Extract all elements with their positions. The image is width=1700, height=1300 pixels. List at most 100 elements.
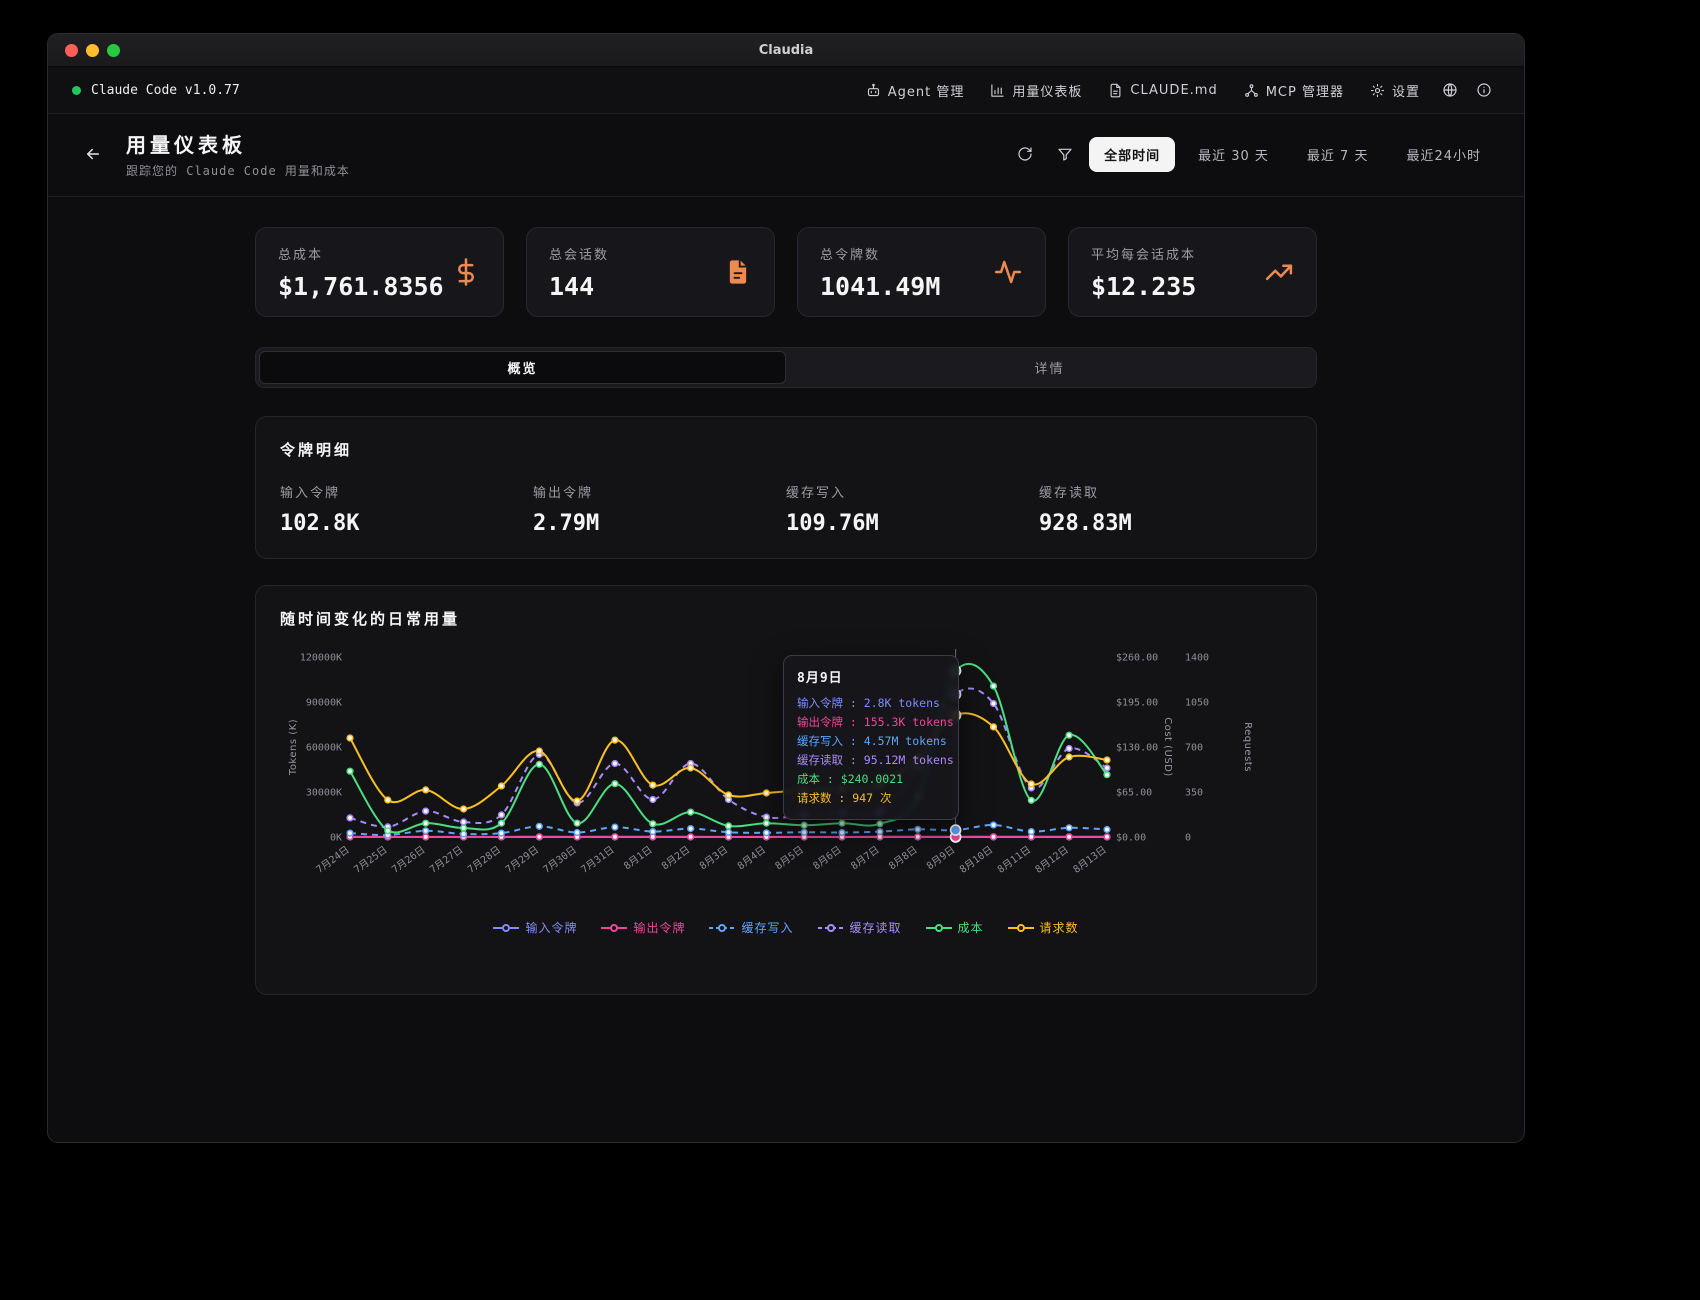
token-metric-input: 输入令牌 102.8K [280,482,533,536]
svg-text:8月3日: 8月3日 [697,844,730,873]
legend-line-icon [709,923,735,933]
svg-text:7月26日: 7月26日 [390,844,428,876]
time-range-last-30-days[interactable]: 最近 30 天 [1183,137,1284,172]
legend-label: 请求数 [1040,919,1079,936]
token-metric-label: 缓存写入 [786,482,1039,501]
token-metric-value: 928.83M [1039,511,1292,536]
token-metric-cache-read: 缓存读取 928.83M [1039,482,1292,536]
nav-usage-dashboard[interactable]: 用量仪表板 [978,74,1094,107]
stat-value: 1041.49M [820,272,940,301]
legend-item[interactable]: 请求数 [1008,919,1079,936]
nav-mcp-manager[interactable]: MCP 管理器 [1232,74,1356,107]
usage-chart-card: 随时间变化的日常用量 0K30000K60000K90000K120000K$0… [255,585,1317,995]
token-metric-label: 缓存读取 [1039,482,1292,501]
back-button[interactable] [76,137,110,171]
legend-item[interactable]: 缓存读取 [818,919,902,936]
zoom-button[interactable] [107,44,120,57]
svg-text:60000K: 60000K [306,743,342,754]
svg-text:Requests: Requests [1242,722,1253,772]
tab-details[interactable]: 详情 [786,351,1313,384]
token-metric-value: 102.8K [280,511,533,536]
svg-text:$65.00: $65.00 [1116,788,1152,799]
legend-label: 成本 [958,919,984,936]
refresh-icon [1017,146,1033,162]
svg-text:7月24日: 7月24日 [314,844,352,876]
legend-item[interactable]: 缓存写入 [709,919,793,936]
svg-text:8月7日: 8月7日 [849,844,882,873]
close-button[interactable] [65,44,78,57]
token-metric-output: 输出令牌 2.79M [533,482,786,536]
nav-label: 用量仪表板 [1012,81,1082,100]
nav-label: Agent 管理 [888,81,965,100]
nav-settings[interactable]: 设置 [1358,74,1432,107]
time-range-last-24-hours[interactable]: 最近24小时 [1391,137,1496,172]
time-range-all-time[interactable]: 全部时间 [1089,137,1175,172]
tooltip-row: 成本 : $240.0021 [797,770,945,789]
tooltip-row: 输入令牌 : 2.8K tokens [797,694,945,713]
nav-label: MCP 管理器 [1266,81,1344,100]
filter-button[interactable] [1049,138,1081,170]
svg-text:7月31日: 7月31日 [579,844,617,876]
stat-value: $1,761.8356 [278,272,444,301]
svg-text:8月5日: 8月5日 [773,844,806,873]
nav-label: CLAUDE.md [1130,83,1217,98]
svg-text:0: 0 [1185,833,1191,844]
svg-text:7月25日: 7月25日 [352,844,390,876]
legend-item[interactable]: 成本 [926,919,984,936]
legend-line-icon [601,923,627,933]
legend-line-icon [1008,923,1034,933]
token-metric-value: 2.79M [533,511,786,536]
svg-text:0K: 0K [330,833,342,844]
trending-up-icon [1264,257,1294,287]
tab-overview[interactable]: 概览 [259,351,786,384]
legend-line-icon [926,923,952,933]
top-navigation: Agent 管理 用量仪表板 CLAUDE.md MCP 管理器 设置 [854,74,1500,107]
dollar-icon [451,257,481,287]
svg-text:120000K: 120000K [300,653,342,664]
svg-text:8月1日: 8月1日 [622,844,655,873]
stat-value: 144 [549,272,609,301]
info-button[interactable] [1468,74,1500,106]
minimize-button[interactable] [86,44,99,57]
svg-text:8月11日: 8月11日 [995,844,1033,876]
usage-chart-title: 随时间变化的日常用量 [280,608,1292,629]
language-button[interactable] [1434,74,1466,106]
traffic-lights [65,34,120,66]
legend-label: 输入令牌 [525,919,577,936]
legend-line-icon [493,923,519,933]
token-metric-label: 输出令牌 [533,482,786,501]
token-metric-value: 109.76M [786,511,1039,536]
svg-text:1400: 1400 [1185,653,1209,664]
legend-item[interactable]: 输入令牌 [493,919,577,936]
legend-item[interactable]: 输出令牌 [601,919,685,936]
svg-text:30000K: 30000K [306,788,342,799]
chart-legend: 输入令牌 输出令牌 缓存写入 缓存读取 成本 请求数 [280,919,1292,936]
nav-claude-md[interactable]: CLAUDE.md [1096,76,1229,105]
token-metric-label: 输入令牌 [280,482,533,501]
app-status: Claude Code v1.0.77 [72,83,240,98]
titlebar: Claudia [48,34,1524,67]
usage-chart[interactable]: 0K30000K60000K90000K120000K$0.00$65.00$1… [280,639,1292,915]
file-text-icon [1108,83,1123,98]
time-range-last-7-days[interactable]: 最近 7 天 [1292,137,1384,172]
arrow-left-icon [84,145,102,163]
status-dot [72,86,81,95]
network-icon [1244,83,1259,98]
svg-text:8月8日: 8月8日 [887,844,920,873]
nav-agent-manager[interactable]: Agent 管理 [854,74,977,107]
svg-text:$195.00: $195.00 [1116,698,1158,709]
tooltip-row: 缓存读取 : 95.12M tokens [797,751,945,770]
svg-text:7月30日: 7月30日 [541,844,579,876]
stat-label: 总令牌数 [820,244,940,263]
legend-label: 输出令牌 [633,919,685,936]
svg-text:Cost (USD): Cost (USD) [1162,717,1173,777]
chart-tooltip: 8月9日输入令牌 : 2.8K tokens输出令牌 : 155.3K toke… [783,655,959,820]
page-header: 用量仪表板 跟踪您的 Claude Code 用量和成本 全部时间 最近 30 … [48,114,1524,197]
svg-text:700: 700 [1185,743,1203,754]
globe-icon [1442,82,1458,98]
tooltip-date: 8月9日 [797,667,945,686]
stat-label: 总会话数 [549,244,609,263]
refresh-button[interactable] [1009,138,1041,170]
activity-icon [993,257,1023,287]
svg-text:350: 350 [1185,788,1203,799]
